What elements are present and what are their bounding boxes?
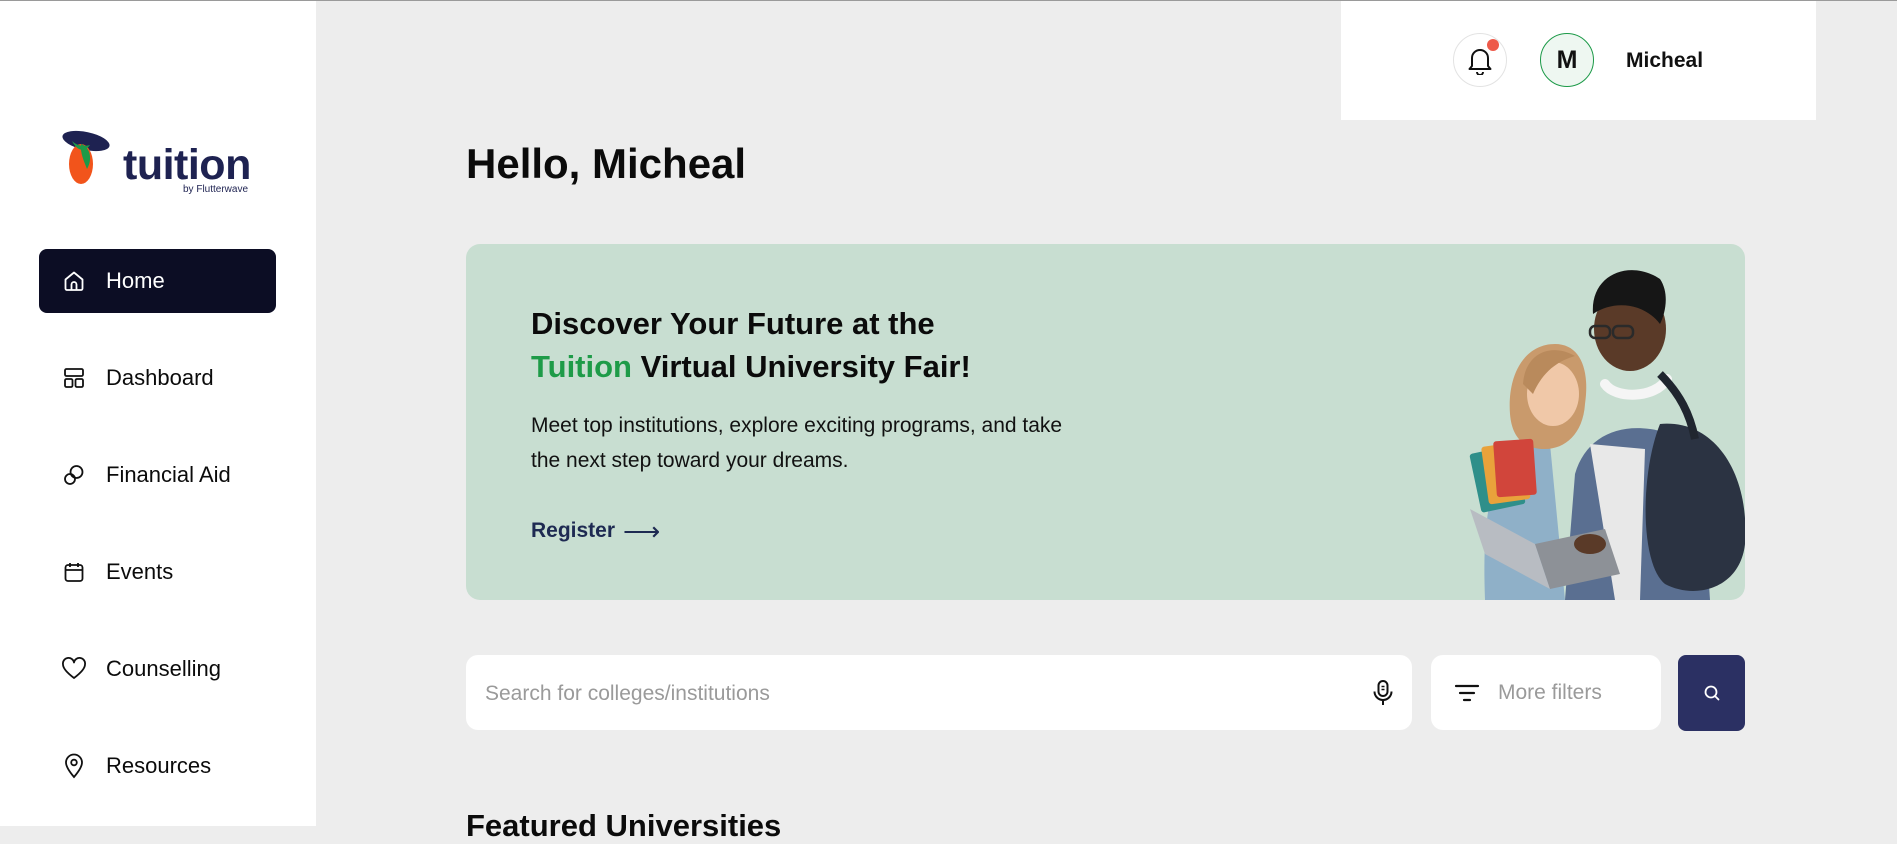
sidebar-item-label: Dashboard	[106, 365, 214, 390]
search-button[interactable]	[1678, 655, 1745, 731]
sidebar-item-label: Counselling	[106, 656, 221, 681]
sidebar: tuition by Flutterwave Home Dashboard Fi…	[0, 1, 316, 826]
notification-dot	[1487, 39, 1499, 51]
brand-logo[interactable]: tuition by Flutterwave	[60, 129, 260, 199]
sidebar-item-label: Financial Aid	[106, 462, 231, 487]
banner-title-accent: Tuition	[531, 349, 632, 384]
promo-banner: Discover Your Future at the Tuition Virt…	[466, 244, 1745, 600]
banner-description: Meet top institutions, explore exciting …	[531, 414, 1063, 472]
sidebar-item-counselling[interactable]: Counselling	[39, 637, 276, 701]
sidebar-item-resources[interactable]: Resources	[39, 734, 276, 798]
search-bar	[466, 655, 1412, 732]
banner-title-line2: Virtual University Fair!	[632, 349, 971, 384]
more-filters-button[interactable]: More filters	[1431, 655, 1661, 730]
more-filters-label: More filters	[1498, 681, 1602, 704]
sidebar-item-financial-aid[interactable]: Financial Aid	[39, 443, 276, 507]
sidebar-item-home[interactable]: Home	[39, 249, 276, 313]
tuition-logo-icon	[62, 130, 110, 184]
brand-name: tuition	[123, 141, 251, 189]
search-input[interactable]	[483, 655, 1347, 732]
header-user-card: M Micheal	[1341, 1, 1816, 120]
sidebar-item-dashboard[interactable]: Dashboard	[39, 346, 276, 410]
register-label: Register	[531, 519, 616, 542]
sidebar-item-label: Resources	[106, 753, 212, 778]
featured-universities-heading: Featured Universities	[466, 808, 782, 843]
banner-title: Discover Your Future at the Tuition Virt…	[531, 302, 971, 388]
sidebar-item-label: Events	[106, 559, 174, 584]
filter-icon	[1454, 684, 1480, 702]
avatar[interactable]: M	[1540, 33, 1594, 87]
sidebar-item-label: Home	[106, 268, 165, 293]
page-title: Hello, Micheal	[466, 140, 747, 187]
home-icon	[61, 268, 87, 294]
banner-title-line1: Discover Your Future at the	[531, 306, 935, 341]
notifications-button[interactable]	[1453, 33, 1507, 87]
microphone-icon[interactable]	[1368, 678, 1398, 708]
location-pin-icon	[61, 753, 87, 779]
search-icon	[1704, 685, 1719, 701]
sidebar-item-events[interactable]: Events	[39, 540, 276, 604]
calendar-icon	[61, 559, 87, 585]
students-illustration	[1469, 270, 1745, 600]
heart-icon	[61, 656, 87, 682]
financial-aid-icon	[61, 462, 87, 488]
brand-byline: by Flutterwave	[183, 184, 249, 195]
register-link[interactable]: Register ⟶	[531, 518, 660, 544]
dashboard-icon	[61, 365, 87, 391]
arrow-right-icon: ⟶	[623, 516, 661, 546]
user-name[interactable]: Micheal	[1626, 49, 1703, 73]
